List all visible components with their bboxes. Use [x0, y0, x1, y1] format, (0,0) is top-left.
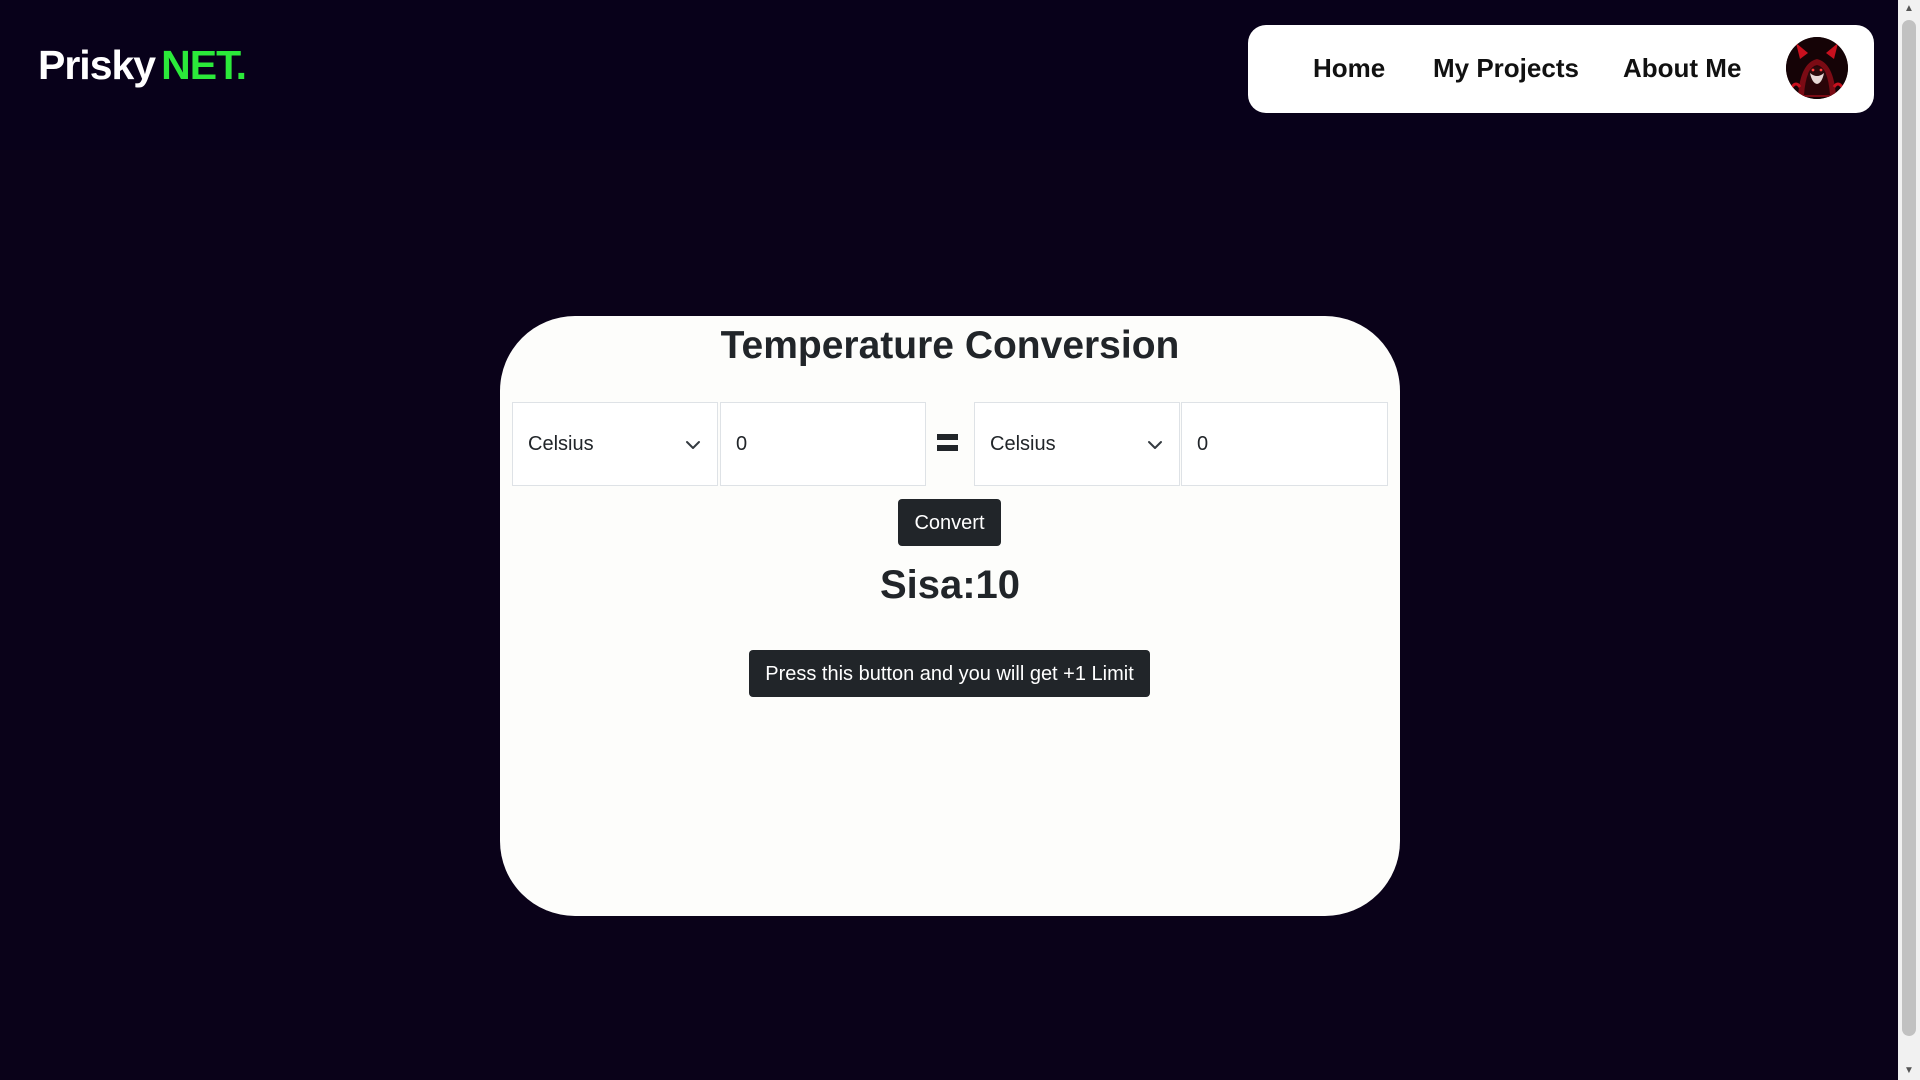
chevron-down-icon: [1148, 441, 1162, 449]
converter-card: Temperature Conversion Celsius Celsius C…: [500, 316, 1400, 916]
from-unit-value: Celsius: [528, 433, 594, 455]
vertical-scrollbar[interactable]: ▲ ▼: [1898, 0, 1920, 1080]
convert-button[interactable]: Convert: [898, 499, 1001, 546]
header: Prisky NET. Home My Projects About Me: [0, 0, 1898, 150]
from-value-input[interactable]: [720, 402, 926, 486]
remaining-limit-counter: Sisa:10: [879, 563, 1021, 607]
chevron-down-icon: [686, 441, 700, 449]
add-limit-button[interactable]: Press this button and you will get +1 Li…: [749, 650, 1150, 697]
nav-bar: Home My Projects About Me: [1248, 25, 1874, 113]
avatar[interactable]: [1786, 37, 1848, 99]
scroll-down-arrow-icon[interactable]: ▼: [1898, 1062, 1920, 1080]
logo-main-text: Prisky: [38, 42, 156, 88]
to-unit-value: Celsius: [990, 433, 1056, 455]
logo-accent-text: NET.: [161, 42, 247, 88]
scroll-up-arrow-icon[interactable]: ▲: [1898, 0, 1920, 18]
to-value-input[interactable]: [1181, 402, 1388, 486]
nav-my-projects-link[interactable]: My Projects: [1433, 53, 1579, 84]
from-unit-select[interactable]: Celsius: [512, 402, 718, 486]
page-title: Temperature Conversion: [720, 324, 1180, 367]
devil-avatar-icon: [1786, 37, 1848, 99]
nav-about-me-link[interactable]: About Me: [1623, 53, 1741, 84]
equals-icon: [937, 434, 958, 452]
page: Prisky NET. Home My Projects About Me Te…: [0, 0, 1920, 1080]
scroll-thumb[interactable]: [1902, 20, 1916, 1036]
nav-home-link[interactable]: Home: [1313, 53, 1385, 84]
site-logo[interactable]: Prisky NET.: [38, 42, 247, 89]
to-unit-select[interactable]: Celsius: [974, 402, 1180, 486]
